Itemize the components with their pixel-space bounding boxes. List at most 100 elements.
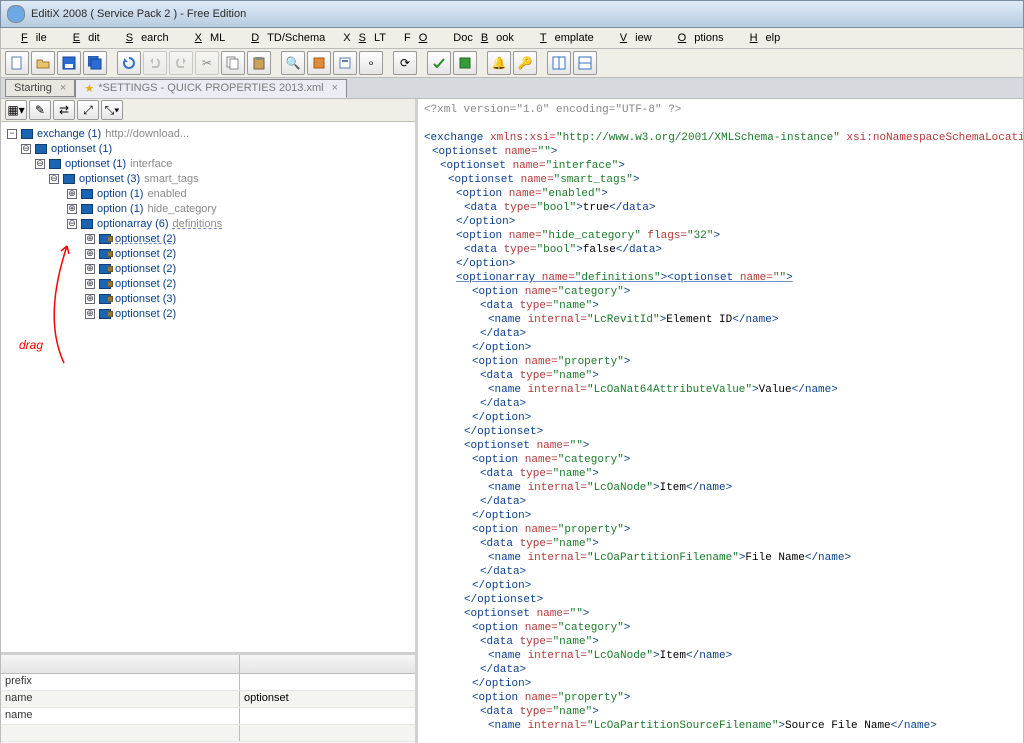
cut-button[interactable]: ✂ [195, 51, 219, 75]
save-all-button[interactable] [83, 51, 107, 75]
tab-starting-label: Starting [14, 82, 52, 94]
schema-button[interactable] [333, 51, 357, 75]
tree-node-optionset-child[interactable]: ⊕optionset (2) [7, 306, 409, 321]
element-icon [99, 294, 111, 304]
expand-icon[interactable]: ⊕ [85, 279, 95, 289]
collapse-icon[interactable]: ⊖ [35, 159, 45, 169]
refresh-button[interactable] [117, 51, 141, 75]
element-icon [99, 264, 111, 274]
redo-button[interactable] [169, 51, 193, 75]
menu-edit[interactable]: Edit [57, 30, 108, 46]
expand-icon[interactable]: ⊕ [85, 249, 95, 259]
find-button[interactable]: 🔍 [281, 51, 305, 75]
tree-edit-button[interactable]: ✎ [29, 100, 51, 120]
new-document-button[interactable] [5, 51, 29, 75]
tree-node-optionset-child[interactable]: ⊕optionset (2) [7, 276, 409, 291]
copy-button[interactable] [221, 51, 245, 75]
tree-node-optionset-root[interactable]: ⊖optionset (1) [7, 141, 409, 156]
left-pane: ▦▾ ✎ ⇄ ⤢ ⤡▾ drag −exchange (1)http://dow… [1, 99, 418, 743]
element-icon [21, 129, 33, 139]
validate-button[interactable] [427, 51, 451, 75]
paste-button[interactable] [247, 51, 271, 75]
element-icon [99, 279, 111, 289]
menu-search[interactable]: Search [110, 30, 177, 46]
grid-cell[interactable] [1, 725, 240, 741]
element-icon [99, 234, 111, 244]
tree-node-option-enabled[interactable]: ⊕option (1)enabled [7, 186, 409, 201]
tree-new-node-button[interactable]: ▦▾ [5, 100, 27, 120]
tree-node-optionset-interface[interactable]: ⊖optionset (1)interface [7, 156, 409, 171]
xml-tree[interactable]: drag −exchange (1)http://download... ⊖op… [1, 122, 415, 652]
element-icon [81, 219, 93, 229]
collapse-icon[interactable]: ⊖ [49, 174, 59, 184]
tree-node-optionarray[interactable]: ⊖optionarray (6)definitions [7, 216, 409, 231]
tree-node-optionset-child[interactable]: ⊕optionset (2) [7, 246, 409, 261]
menu-options[interactable]: Options [662, 30, 732, 46]
grid-cell[interactable] [240, 674, 415, 690]
grid-cell[interactable]: prefix [1, 674, 240, 690]
collapse-icon[interactable]: ⊖ [21, 144, 31, 154]
expand-icon[interactable]: ⊕ [67, 204, 77, 214]
tree-node-optionset-child[interactable]: ⊕optionset (2) [7, 231, 409, 246]
tree-collapse-button[interactable]: ⤡▾ [101, 100, 123, 120]
app-icon [7, 5, 25, 23]
tab-starting[interactable]: Starting × [5, 79, 75, 97]
expand-icon[interactable]: ⊕ [85, 264, 95, 274]
element-icon [81, 189, 93, 199]
open-button[interactable] [31, 51, 55, 75]
expand-icon[interactable]: ⊕ [85, 309, 95, 319]
tree-sync-button[interactable]: ⇄ [53, 100, 75, 120]
star-icon: ★ [84, 82, 94, 95]
element-icon [81, 204, 93, 214]
menu-xslt[interactable]: XSLT [335, 30, 394, 46]
menu-docbook[interactable]: DocBook [445, 30, 522, 46]
grid-cell[interactable] [240, 708, 415, 724]
element-icon [63, 174, 75, 184]
split-v-button[interactable] [573, 51, 597, 75]
element-icon [35, 144, 47, 154]
expand-icon[interactable]: ⊕ [67, 189, 77, 199]
menu-bar: File Edit Search XML DTD/Schema XSLT FO … [0, 28, 1024, 49]
drag-label: drag [19, 338, 43, 352]
expand-icon[interactable]: ⊕ [85, 294, 95, 304]
tree-node-option-hidecat[interactable]: ⊕option (1)hide_category [7, 201, 409, 216]
collapse-icon[interactable]: − [7, 129, 17, 139]
menu-help[interactable]: Help [734, 30, 789, 46]
help-button[interactable]: 🔔 [487, 51, 511, 75]
split-h-button[interactable] [547, 51, 571, 75]
tree-node-exchange[interactable]: −exchange (1)http://download... [7, 126, 409, 141]
close-icon[interactable]: × [60, 82, 66, 94]
menu-fo[interactable]: FO [396, 30, 443, 46]
tab-settings-file[interactable]: ★ *SETTINGS - QUICK PROPERTIES 2013.xml × [75, 79, 347, 98]
xml-source-editor[interactable]: <?xml version="1.0" encoding="UTF-8" ?> … [418, 99, 1023, 743]
tree-expand-button[interactable]: ⤢ [77, 100, 99, 120]
menu-file[interactable]: File [5, 30, 55, 46]
expand-icon[interactable]: ⊕ [85, 234, 95, 244]
close-icon[interactable]: × [332, 82, 338, 94]
transform-button[interactable]: ⟳ [393, 51, 417, 75]
grid-cell[interactable]: optionset [240, 691, 415, 707]
undo-button[interactable] [143, 51, 167, 75]
grid-col-1 [1, 655, 240, 673]
info-button[interactable]: 🔑 [513, 51, 537, 75]
tree-toolbar: ▦▾ ✎ ⇄ ⤢ ⤡▾ [1, 99, 415, 122]
grid-cell[interactable]: name [1, 691, 240, 707]
tab-bar: Starting × ★ *SETTINGS - QUICK PROPERTIES … [0, 78, 1024, 99]
save-button[interactable] [57, 51, 81, 75]
grid-cell[interactable]: name [1, 708, 240, 724]
menu-view[interactable]: View [604, 30, 660, 46]
tree-node-optionset-smarttags[interactable]: ⊖optionset (3)smart_tags [7, 171, 409, 186]
bookmark-button[interactable] [307, 51, 331, 75]
menu-template[interactable]: Template [524, 30, 602, 46]
tree-node-optionset-child[interactable]: ⊕optionset (3) [7, 291, 409, 306]
menu-dtd[interactable]: DTD/Schema [235, 30, 333, 46]
collapse-icon[interactable]: ⊖ [67, 219, 77, 229]
tree-button[interactable]: ∘ [359, 51, 383, 75]
grid-cell[interactable] [240, 725, 415, 741]
tree-node-optionset-child[interactable]: ⊕optionset (2) [7, 261, 409, 276]
menu-xml[interactable]: XML [179, 30, 234, 46]
run-button[interactable] [453, 51, 477, 75]
tab-file-label: *SETTINGS - QUICK PROPERTIES 2013.xml [98, 82, 323, 94]
attribute-grid[interactable]: prefix nameoptionset name [1, 652, 415, 743]
element-icon [49, 159, 61, 169]
